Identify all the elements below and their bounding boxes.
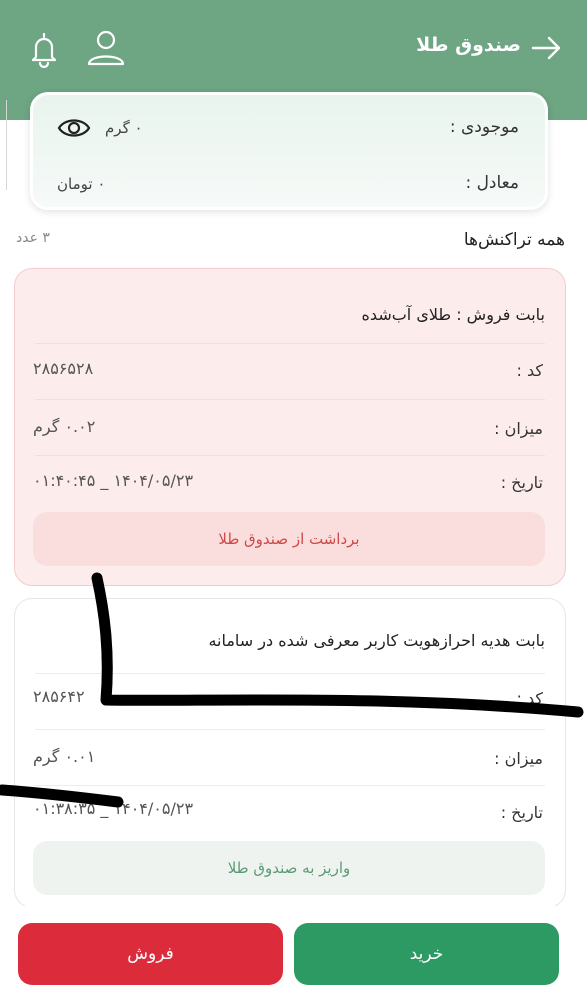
equivalent-row: معادل : ۰ تومان [57, 173, 519, 203]
buy-button[interactable]: خرید [294, 923, 559, 985]
amount-value: ۰.۰۱ گرم [33, 747, 96, 766]
divider [35, 673, 545, 674]
user-icon[interactable] [86, 28, 126, 68]
sell-button[interactable]: فروش [18, 923, 283, 985]
arrow-right-icon[interactable] [529, 30, 565, 66]
divider [35, 729, 545, 730]
divider [35, 399, 545, 400]
transactions-title: همه تراکنش‌ها [463, 230, 565, 250]
divider [35, 785, 545, 786]
page-title: صندوق طلا [416, 34, 521, 56]
transaction-title: بابت هدیه احرازهویت کاربر معرفی شده در س… [208, 631, 545, 650]
code-label: کد : [516, 689, 544, 708]
status-badge: برداشت از صندوق طلا [33, 512, 545, 566]
status-badge: واریز به صندوق طلا [33, 841, 545, 895]
date-value: ۱۴۰۴/۰۵/۲۳ _ ۰۱:۳۸:۳۵ [33, 799, 194, 818]
amount-label: میزان : [494, 419, 543, 438]
transactions-count: ۳ عدد [16, 230, 50, 246]
date-value: ۱۴۰۴/۰۵/۲۳ _ ۰۱:۴۰:۴۵ [33, 471, 194, 490]
stock-value: ۰ گرم [105, 119, 143, 137]
amount-label: میزان : [494, 749, 543, 768]
eye-icon[interactable] [57, 115, 91, 141]
stock-label: موجودی : [449, 117, 519, 137]
balance-card: موجودی : ۰ گرم معادل : ۰ تومان [30, 92, 548, 210]
amount-value: ۰.۰۲ گرم [33, 417, 96, 436]
transaction-card[interactable]: بابت فروش : طلای آب‌شده کد : ۲۸۵۶۵۲۸ میز… [14, 268, 566, 586]
equivalent-label: معادل : [465, 173, 519, 193]
action-bar: خرید فروش [0, 906, 587, 996]
equivalent-value: ۰ تومان [57, 175, 106, 193]
divider [35, 343, 545, 344]
code-label: کد : [516, 361, 544, 380]
divider [35, 455, 545, 456]
divider [6, 100, 7, 190]
date-label: تاریخ : [500, 473, 543, 492]
bell-icon[interactable] [28, 30, 60, 68]
stock-row: موجودی : ۰ گرم [57, 117, 519, 147]
code-value: ۲۸۵۶۴۲ [33, 687, 85, 706]
transaction-card[interactable]: بابت هدیه احرازهویت کاربر معرفی شده در س… [14, 598, 566, 908]
code-value: ۲۸۵۶۵۲۸ [33, 359, 94, 378]
transaction-title: بابت فروش : طلای آب‌شده [361, 305, 545, 324]
date-label: تاریخ : [500, 803, 543, 822]
